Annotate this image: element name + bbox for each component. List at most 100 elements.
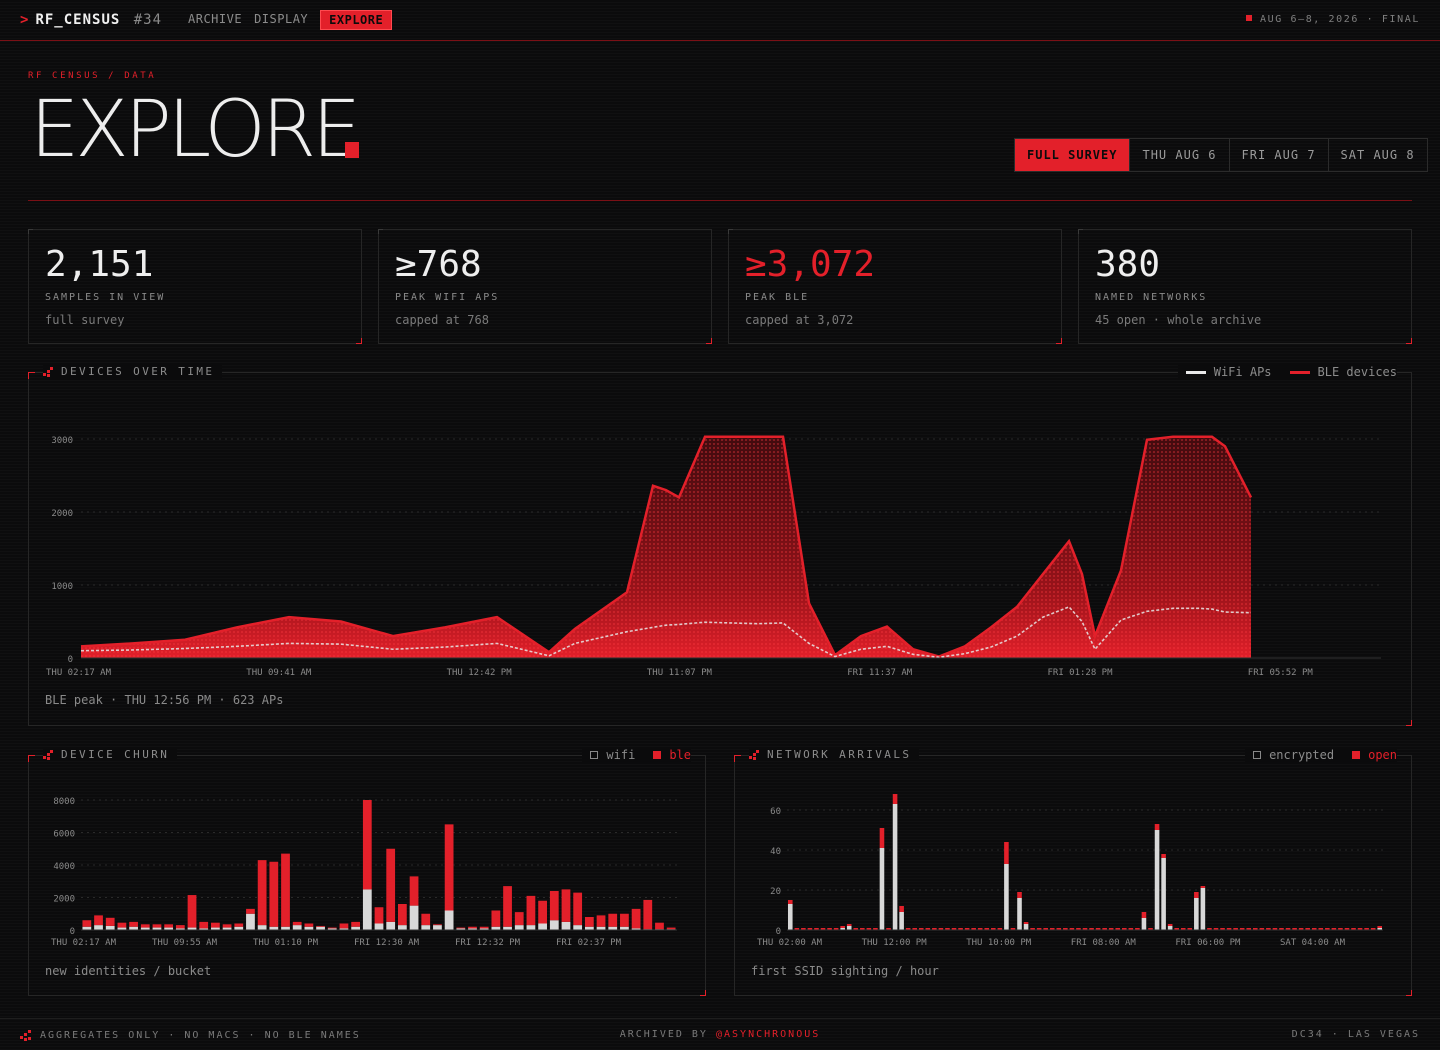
- x-tick-label: FRI 02:37 PM: [556, 938, 622, 948]
- encrypted-bar: [1004, 864, 1009, 930]
- card-corner: [728, 229, 733, 234]
- x-tick-label: THU 02:00 AM: [757, 938, 823, 948]
- y-tick-label: 20: [770, 887, 781, 897]
- chart-annotation: first SSID sighting / hour: [751, 964, 939, 978]
- ble-bar: [94, 915, 103, 926]
- wifi-bar: [386, 921, 396, 930]
- y-tick-label: 6000: [53, 830, 75, 840]
- x-tick-label: FRI 05:52 PM: [1248, 668, 1314, 678]
- ble-bar: [234, 923, 244, 927]
- panel-title: DEVICES OVER TIME: [43, 365, 223, 378]
- panel-corner-accent: [700, 990, 706, 996]
- legend-swatch-encrypted: [1253, 751, 1262, 759]
- y-tick-label: 0: [776, 927, 781, 937]
- ble-bar: [608, 913, 618, 927]
- stat-value: 380: [1095, 244, 1161, 285]
- card-corner-accent: [1406, 338, 1412, 344]
- ble-bar: [140, 924, 150, 928]
- network-arrivals-chart[interactable]: 0 20 40 60 THU 02:00 AM THU 12:00 PM THU 10:00…: [735, 762, 1411, 952]
- open-bar: [1194, 892, 1199, 898]
- wifi-bar: [362, 889, 372, 930]
- stat-sub: full survey: [45, 313, 125, 327]
- brand[interactable]: > RF_CENSUS #34: [20, 12, 162, 28]
- ble-bar: [316, 925, 325, 927]
- open-bar: [1377, 926, 1383, 928]
- signal-icon: [43, 366, 53, 377]
- nav-explore[interactable]: EXPLORE: [320, 10, 393, 30]
- ble-bar: [479, 926, 489, 929]
- ble-bar: [503, 886, 512, 927]
- ble-bar: [257, 860, 267, 926]
- panel-corner: [734, 755, 741, 762]
- network-arrivals-panel: NETWORK ARRIVALS encrypted open 0 20 40 60 T…: [734, 748, 1412, 996]
- encrypted-bar: [1194, 898, 1199, 930]
- device-churn-chart[interactable]: 0 2000 4000 6000 8000 THU 02:17 AM THU 09:55 A…: [29, 762, 705, 952]
- x-tick-label: THU 09:55 AM: [152, 938, 218, 948]
- legend-encrypted[interactable]: encrypted: [1253, 748, 1334, 762]
- ble-bar: [246, 908, 255, 914]
- ble-bar: [526, 895, 536, 926]
- open-bar: [1161, 854, 1166, 858]
- ble-bar: [304, 923, 314, 927]
- devices-over-time-panel: DEVICES OVER TIME WiFi APs BLE devices 0…: [28, 365, 1412, 726]
- tab-sat-aug-8[interactable]: SAT AUG 8: [1329, 139, 1427, 171]
- ble-bar: [549, 891, 559, 921]
- ble-bar: [199, 921, 209, 929]
- ble-bar: [351, 921, 361, 927]
- y-tick-label: 1000: [51, 582, 73, 592]
- legend-open[interactable]: open: [1352, 748, 1397, 762]
- tab-fri-aug-7[interactable]: FRI AUG 7: [1230, 139, 1329, 171]
- legend-label: ble: [669, 748, 691, 762]
- legend-label: open: [1368, 748, 1397, 762]
- footer-center: ARCHIVED BY @ASYNCHRONOUS: [0, 1029, 1440, 1040]
- nav-archive[interactable]: ARCHIVE: [188, 10, 250, 30]
- status-square-icon: [1245, 15, 1252, 21]
- device-churn-panel: DEVICE CHURN wifi ble 0 2000 4000 6000 8000 T…: [28, 748, 706, 996]
- legend-ble[interactable]: ble: [653, 748, 691, 762]
- legend-wifi[interactable]: WiFi APs: [1185, 365, 1272, 379]
- tab-full-survey[interactable]: FULL SURVEY: [1015, 139, 1131, 171]
- y-tick-label: 2000: [53, 895, 75, 905]
- stat-card-wifi: ≥768 PEAK WIFI APS capped at 768: [378, 229, 712, 344]
- chart-annotation: BLE peak · THU 12:56 PM · 623 APs: [45, 693, 284, 707]
- date-range: AUG 6–8, 2026 · FINAL: [1245, 14, 1420, 25]
- signal-icon: [749, 749, 759, 760]
- ble-bar: [666, 927, 676, 930]
- wifi-bar: [292, 925, 302, 930]
- ble-bar: [433, 924, 442, 926]
- ble-bar: [444, 824, 454, 911]
- ble-bar: [117, 922, 127, 928]
- panel-title-text: NETWORK ARRIVALS: [767, 748, 912, 761]
- encrypted-bar: [1023, 924, 1029, 930]
- wifi-bar: [409, 905, 419, 930]
- date-range-text: AUG 6–8, 2026 · FINAL: [1259, 14, 1420, 25]
- legend-ble[interactable]: BLE devices: [1289, 365, 1397, 379]
- open-bar: [787, 900, 793, 904]
- x-tick-label: THU 02:17 AM: [51, 938, 117, 948]
- encrypted-bar: [1161, 858, 1166, 930]
- stat-value: 2,151: [45, 244, 154, 285]
- ble-bar: [222, 924, 232, 928]
- open-bar: [1167, 924, 1173, 926]
- author-link[interactable]: @ASYNCHRONOUS: [716, 1029, 820, 1040]
- x-tick-label: SAT 04:00 AM: [1280, 938, 1346, 948]
- ble-bar: [292, 921, 302, 926]
- y-tick-label: 60: [770, 807, 781, 817]
- ble-bar: [164, 924, 174, 928]
- y-tick-label: 3000: [51, 436, 73, 446]
- tab-thu-aug-6[interactable]: THU AUG 6: [1130, 139, 1230, 171]
- stat-label: SAMPLES IN VIEW: [45, 292, 166, 303]
- legend-label: wifi: [606, 748, 636, 762]
- legend-wifi[interactable]: wifi: [590, 748, 635, 762]
- open-bar: [899, 906, 904, 912]
- wifi-bar: [246, 913, 255, 930]
- ble-bar: [620, 913, 629, 927]
- legend-label: BLE devices: [1317, 365, 1397, 379]
- nav-display[interactable]: DISPLAY: [254, 10, 316, 30]
- prompt-caret-icon: >: [20, 12, 30, 28]
- wifi-bar: [444, 910, 454, 930]
- devices-over-time-chart[interactable]: 0 1000 2000 3000 THU 02:17 AM THU 09:41 AM THU…: [29, 383, 1411, 683]
- breadcrumb: RF CENSUS / DATA: [28, 71, 157, 81]
- brand-name: RF_CENSUS: [35, 12, 121, 28]
- footer: AGGREGATES ONLY · NO MACS · NO BLE NAMES…: [0, 1018, 1440, 1050]
